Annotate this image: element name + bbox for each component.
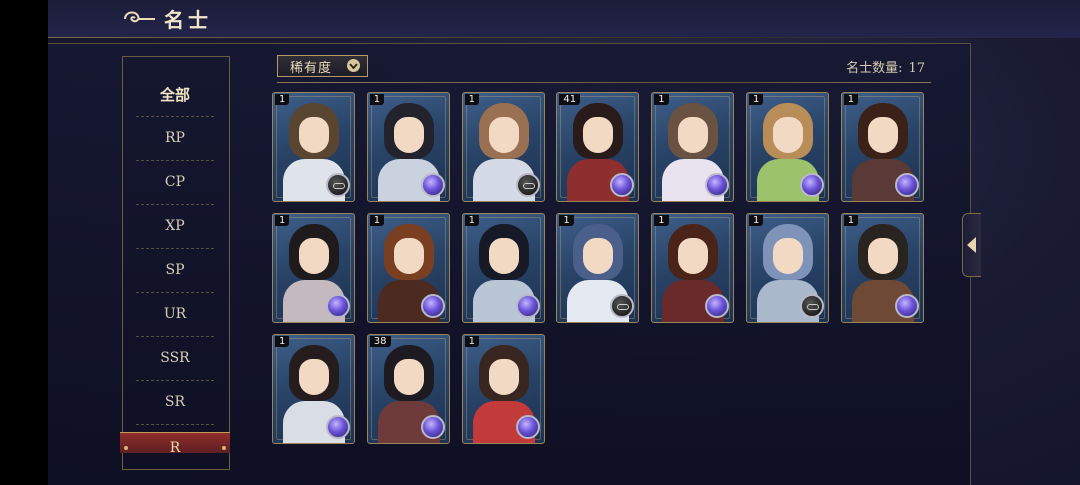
rarity-tab-ssr[interactable]: SSR (134, 336, 216, 380)
rarity-tab-label: RP (165, 130, 185, 146)
level-badge: 1 (559, 215, 574, 226)
spirit-orb-icon (326, 415, 350, 439)
compass-icon (800, 294, 824, 318)
portrait-face (488, 117, 519, 153)
spirit-orb-icon (420, 294, 445, 318)
character-card[interactable]: 1 (461, 92, 545, 202)
portrait-face (583, 238, 614, 274)
rarity-tab-label: SP (165, 262, 185, 278)
level-badge: 41 (559, 94, 581, 105)
level-badge: 1 (275, 94, 290, 105)
active-tab-label: R (169, 440, 181, 453)
level-badge: 1 (654, 94, 669, 105)
portrait-face (488, 359, 519, 395)
portrait-face (773, 238, 803, 274)
character-card[interactable]: 1 (366, 92, 450, 202)
portrait-face (393, 359, 424, 395)
rarity-tab-rp[interactable]: RP (134, 116, 216, 160)
spirit-orb-icon (515, 294, 540, 318)
level-badge: 1 (369, 215, 385, 226)
character-count-label: 名士数量: (846, 61, 903, 76)
portrait-face (488, 238, 519, 274)
level-badge: 1 (464, 215, 479, 226)
level-badge: 1 (275, 336, 290, 347)
rarity-tab-label: SSR (160, 350, 190, 366)
character-card[interactable]: 1 (840, 92, 924, 202)
character-card[interactable]: 41 (556, 92, 640, 202)
character-card[interactable]: 1 (461, 334, 545, 444)
character-card[interactable]: 1 (366, 213, 450, 323)
rarity-tab-label: UR (163, 306, 187, 322)
tab-r-active[interactable]: R (120, 432, 230, 453)
portrait-face (299, 117, 329, 153)
active-tab-right-dot (222, 446, 226, 450)
spirit-orb-icon (705, 294, 730, 318)
portrait-face (583, 117, 614, 153)
portrait-face (393, 117, 424, 153)
rarity-tab-label: CP (164, 174, 186, 190)
character-card[interactable]: 1 (556, 213, 640, 323)
cloud-emblem-icon (124, 11, 155, 23)
rarity-tab-ur[interactable]: UR (134, 292, 216, 336)
character-card[interactable]: 1 (840, 213, 924, 323)
rarity-tab-cp[interactable]: CP (134, 160, 216, 204)
compass-icon (515, 173, 540, 197)
rarity-tab-sr[interactable]: SR (134, 380, 216, 424)
page-title: 名士 (164, 8, 212, 32)
spirit-orb-icon (420, 173, 445, 197)
rarity-tab-sp[interactable]: SP (134, 248, 216, 292)
character-card[interactable]: 38 (366, 334, 450, 444)
character-count: 名士数量: 17 (846, 57, 925, 76)
chevron-down-icon (347, 59, 360, 72)
level-badge: 1 (843, 94, 859, 105)
level-badge: 1 (749, 215, 764, 226)
character-card[interactable]: 1 (746, 92, 829, 202)
rarity-filter-dropdown[interactable]: 稀有度 (277, 55, 368, 77)
level-badge: 1 (464, 94, 479, 105)
portrait-face (678, 117, 709, 153)
spirit-orb-icon (800, 173, 824, 197)
active-tab-left-dot (124, 446, 128, 450)
rarity-tab-divider (136, 424, 214, 425)
level-badge: 1 (369, 94, 385, 105)
portrait-face (299, 238, 329, 274)
level-badge: 1 (749, 94, 764, 105)
rarity-tab-全部[interactable]: 全部 (134, 72, 216, 116)
level-badge: 1 (654, 215, 669, 226)
level-badge: 1 (275, 215, 290, 226)
spirit-orb-icon (705, 173, 730, 197)
header-divider (277, 82, 931, 83)
spirit-orb-icon (894, 173, 919, 197)
rarity-tab-label: XP (165, 218, 185, 234)
rarity-tab-label: 全部 (159, 85, 190, 104)
compass-icon (326, 173, 350, 197)
character-card[interactable]: 1 (272, 213, 355, 323)
character-card[interactable]: 1 (461, 213, 545, 323)
portrait-face (867, 238, 898, 274)
portrait-face (867, 117, 898, 153)
spirit-orb-icon (420, 415, 445, 439)
character-count-value: 17 (908, 61, 925, 76)
level-badge: 38 (369, 336, 391, 347)
character-card[interactable]: 1 (272, 92, 355, 202)
character-card[interactable]: 1 (651, 92, 735, 202)
spirit-orb-icon (894, 294, 919, 318)
spirit-orb-icon (515, 415, 540, 439)
rarity-tab-xp[interactable]: XP (134, 204, 216, 248)
character-card[interactable]: 1 (746, 213, 829, 323)
spirit-orb-icon (326, 294, 350, 318)
rarity-tab-label: SR (164, 394, 186, 410)
portrait-face (773, 117, 803, 153)
portrait-face (393, 238, 424, 274)
portrait-face (678, 238, 709, 274)
level-badge: 1 (464, 336, 479, 347)
character-card[interactable]: 1 (272, 334, 355, 444)
portrait-face (299, 359, 329, 395)
rarity-filter-label: 稀有度 (290, 60, 333, 76)
expand-panel-arrow-icon[interactable] (962, 213, 981, 277)
level-badge: 1 (843, 215, 859, 226)
character-card[interactable]: 1 (651, 213, 735, 323)
